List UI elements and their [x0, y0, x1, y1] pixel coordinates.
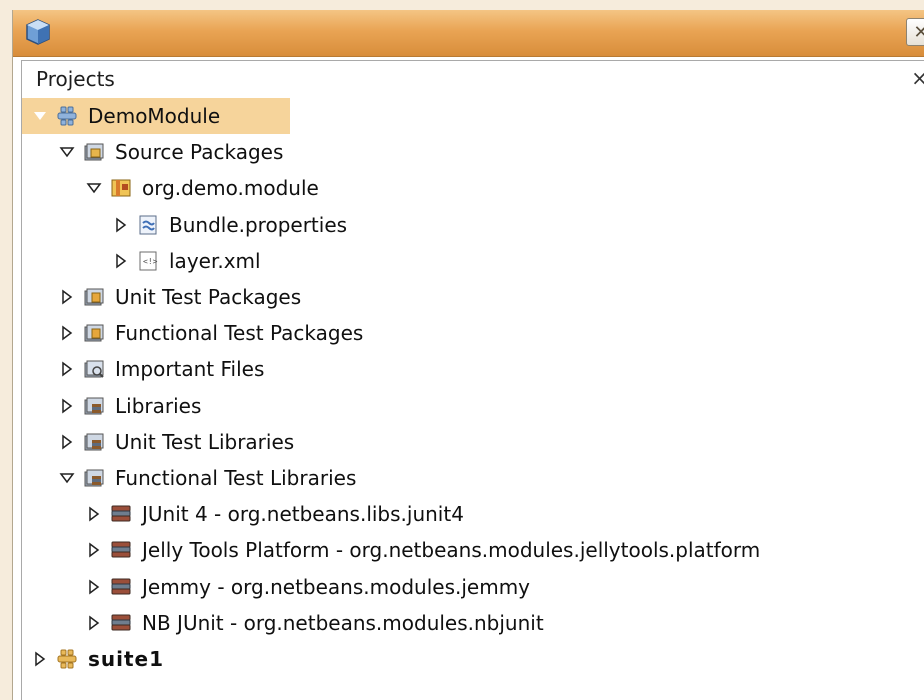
tree-node[interactable]: Unit Test Packages	[22, 279, 924, 315]
expand-arrow-down-icon[interactable]	[32, 108, 48, 124]
tree-node-label: NB JUnit - org.netbeans.modules.nbjunit	[142, 611, 544, 635]
tree-node[interactable]: Jemmy - org.netbeans.modules.jemmy	[22, 569, 924, 605]
netbeans-cube-icon	[26, 19, 50, 45]
projects-panel: Projects × DemoModule Source Packages org.…	[21, 60, 924, 700]
test-packages-icon	[83, 322, 105, 344]
tree-node[interactable]: JUnit 4 - org.netbeans.libs.junit4	[22, 496, 924, 532]
svg-text:<!>: <!>	[143, 257, 158, 266]
expand-arrow-right-icon[interactable]	[113, 217, 129, 233]
xml-file-icon: <!>	[137, 250, 159, 272]
expand-arrow-down-icon[interactable]	[59, 144, 75, 160]
library-jar-icon	[110, 612, 132, 634]
module-icon	[56, 105, 78, 127]
tree-node-label: Source Packages	[115, 140, 284, 164]
tree-node[interactable]: org.demo.module	[22, 170, 924, 206]
expand-arrow-right-icon[interactable]	[59, 434, 75, 450]
tree-node[interactable]: Functional Test Packages	[22, 315, 924, 351]
tree-node-label: Important Files	[115, 357, 265, 381]
expand-arrow-right-icon[interactable]	[59, 289, 75, 305]
tree-node-label: DemoModule	[88, 104, 221, 128]
tree-node[interactable]: Source Packages	[22, 134, 924, 170]
panel-header: Projects ×	[22, 61, 924, 97]
tree-node[interactable]: NB JUnit - org.netbeans.modules.nbjunit	[22, 605, 924, 641]
package-icon	[110, 177, 132, 199]
expand-arrow-down-icon[interactable]	[59, 470, 75, 486]
tree-node[interactable]: Jelly Tools Platform - org.netbeans.modu…	[22, 532, 924, 568]
expand-arrow-right-icon[interactable]	[86, 542, 102, 558]
panel-close-icon[interactable]: ×	[911, 66, 924, 90]
expand-arrow-right-icon[interactable]	[113, 253, 129, 269]
suite-icon	[56, 648, 78, 670]
tree-node-label: Unit Test Packages	[115, 285, 302, 309]
expand-arrow-right-icon[interactable]	[86, 579, 102, 595]
library-jar-icon	[110, 576, 132, 598]
tree-node[interactable]: <!> layer.xml	[22, 243, 924, 279]
tree-node-label: JUnit 4 - org.netbeans.libs.junit4	[142, 502, 464, 526]
tree-node-label: Functional Test Packages	[115, 321, 364, 345]
tree-node[interactable]: Libraries	[22, 388, 924, 424]
test-packages-icon	[83, 286, 105, 308]
window-close-button[interactable]: ✕	[906, 18, 924, 46]
tree-node[interactable]: suite1	[22, 641, 924, 677]
tree-node[interactable]: Bundle.properties	[22, 207, 924, 243]
tree-node-label: Jemmy - org.netbeans.modules.jemmy	[142, 575, 531, 599]
expand-arrow-right-icon[interactable]	[59, 325, 75, 341]
properties-file-icon	[137, 214, 159, 236]
panel-title: Projects	[36, 67, 115, 91]
project-tree: DemoModule Source Packages org.demo.module…	[22, 98, 924, 700]
tree-node-label: Bundle.properties	[169, 213, 348, 237]
tree-node-label: org.demo.module	[142, 176, 319, 200]
tree-node-label: Functional Test Libraries	[115, 466, 357, 490]
libraries-folder-icon	[83, 395, 105, 417]
important-files-icon	[83, 358, 105, 380]
close-icon: ✕	[913, 21, 924, 43]
tree-node[interactable]: Important Files	[22, 351, 924, 387]
projects-window: ✕ Projects × DemoModule Source Packages or…	[12, 10, 924, 700]
expand-arrow-right-icon[interactable]	[32, 651, 48, 667]
library-jar-icon	[110, 503, 132, 525]
library-jar-icon	[110, 539, 132, 561]
expand-arrow-right-icon[interactable]	[59, 361, 75, 377]
libraries-folder-icon	[83, 467, 105, 489]
tree-node[interactable]: Unit Test Libraries	[22, 424, 924, 460]
tree-node-label: Jelly Tools Platform - org.netbeans.modu…	[142, 538, 761, 562]
tree-node[interactable]: DemoModule	[22, 98, 290, 134]
source-packages-icon	[83, 141, 105, 163]
tree-node-label: layer.xml	[169, 249, 261, 273]
tree-node-label: suite1	[88, 647, 165, 671]
expand-arrow-right-icon[interactable]	[59, 398, 75, 414]
libraries-folder-icon	[83, 431, 105, 453]
tree-node-label: Libraries	[115, 394, 202, 418]
tree-node-label: Unit Test Libraries	[115, 430, 295, 454]
expand-arrow-right-icon[interactable]	[86, 506, 102, 522]
expand-arrow-right-icon[interactable]	[86, 615, 102, 631]
expand-arrow-down-icon[interactable]	[86, 180, 102, 196]
window-titlebar[interactable]: ✕	[13, 10, 924, 57]
tree-node[interactable]: Functional Test Libraries	[22, 460, 924, 496]
